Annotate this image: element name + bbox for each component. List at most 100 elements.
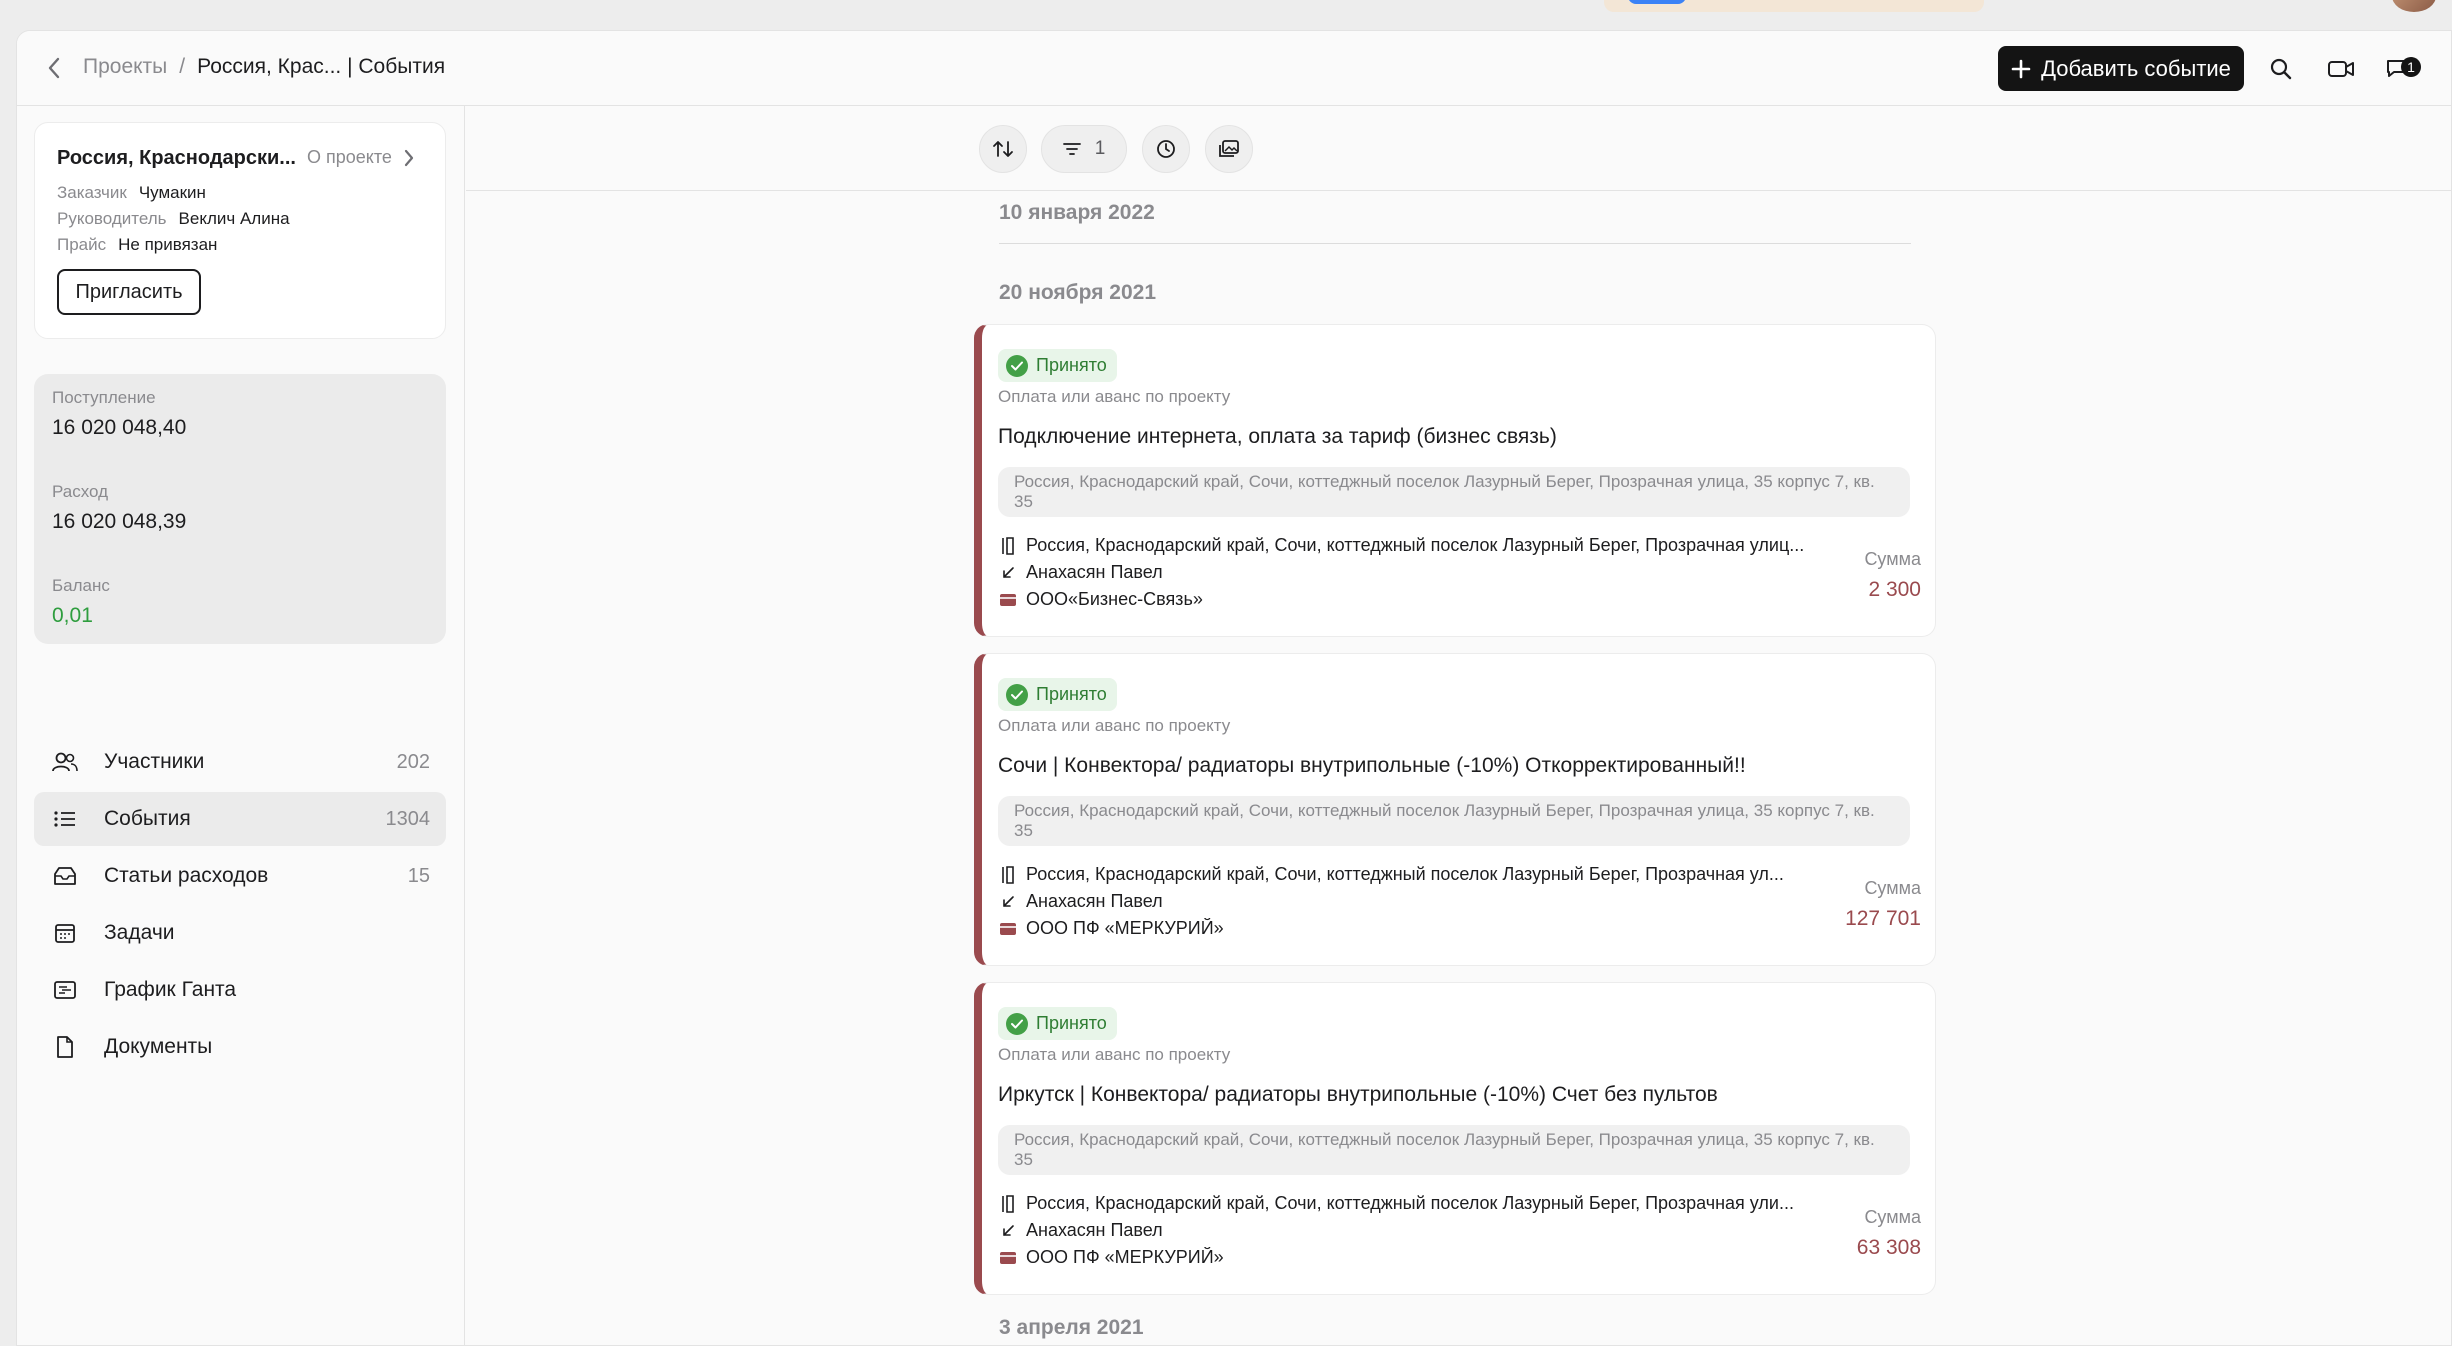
nav-item-expense-items[interactable]: Статьи расходов 15	[34, 849, 446, 903]
price-row: Прайс Не привязан	[57, 235, 217, 255]
add-event-label: Добавить событие	[2041, 55, 2231, 81]
arrow-down-left-icon	[998, 1221, 1018, 1241]
counterparty-text: ООО ПФ «МЕРКУРИЙ»	[1026, 918, 1224, 938]
events-feed[interactable]: 10 января 2022 20 ноября 2021 Принято Оп…	[466, 192, 2451, 1345]
header: Проекты / Россия, Крас... | События Доба…	[17, 31, 2451, 106]
plus-icon	[2011, 59, 2031, 78]
nav-item-count: 15	[407, 864, 430, 887]
chevron-left-icon	[48, 57, 60, 79]
check-circle-icon	[1006, 1012, 1028, 1035]
notification-pill[interactable]	[1604, 0, 1984, 12]
event-address: Россия, Краснодарский край, Сочи, коттед…	[998, 467, 1910, 517]
expense-label: Расход	[52, 482, 109, 501]
project-title: Россия, Краснодарски...	[57, 147, 296, 169]
nav-item-events[interactable]: События 1304	[34, 792, 446, 846]
nav-item-label: Документы	[104, 1035, 213, 1058]
income-value: 16 020 048,40	[52, 416, 187, 439]
video-camera-icon	[2328, 61, 2354, 77]
gantt-icon	[50, 975, 80, 1005]
nav-item-count: 1304	[385, 807, 431, 830]
filter-icon	[1062, 143, 1081, 155]
person-row: Анахасян Павел	[998, 562, 1818, 583]
object-row: Россия, Краснодарский край, Сочи, коттед…	[998, 535, 1818, 556]
object-text: Россия, Краснодарский край, Сочи, коттед…	[1026, 535, 1805, 555]
object-row: Россия, Краснодарский край, Сочи, коттед…	[998, 864, 1818, 885]
status-label: Принято	[1036, 684, 1107, 704]
object-row: Россия, Краснодарский край, Сочи, коттед…	[998, 1193, 1818, 1214]
counterparty-row: ООО ПФ «МЕРКУРИЙ»	[998, 1247, 1818, 1268]
date-header: 20 ноября 2021	[999, 281, 1157, 304]
chat-button[interactable]: 1	[2383, 53, 2421, 85]
event-card[interactable]: Принято Оплата или аванс по проекту Подк…	[974, 324, 1936, 637]
sort-button[interactable]	[979, 125, 1027, 173]
sum-value: 127 701	[1845, 907, 1921, 930]
income-label: Поступление	[52, 388, 156, 407]
object-text: Россия, Краснодарский край, Сочи, коттед…	[1026, 1193, 1794, 1213]
card-icon	[998, 590, 1018, 610]
gallery-button[interactable]	[1205, 125, 1253, 173]
event-address: Россия, Краснодарский край, Сочи, коттед…	[998, 796, 1910, 846]
history-button[interactable]	[1142, 125, 1190, 173]
clock-icon	[1157, 140, 1175, 158]
main-content: 1 10 января 2022 20 ноября 2021 Принято …	[466, 106, 2451, 1345]
nav-item-tasks[interactable]: Задачи	[34, 906, 446, 960]
card-icon	[998, 919, 1018, 939]
event-type: Оплата или аванс по проекту	[998, 716, 1231, 735]
status-badge: Принято	[998, 1007, 1117, 1040]
status-label: Принято	[1036, 355, 1107, 375]
sum-label: Сумма	[1864, 878, 1921, 898]
list-icon	[50, 804, 80, 834]
event-type: Оплата или аванс по проекту	[998, 387, 1231, 406]
invite-button[interactable]: Пригласить	[57, 269, 201, 315]
breadcrumb-projects-link[interactable]: Проекты	[83, 55, 167, 79]
person-row: Анахасян Павел	[998, 1220, 1818, 1241]
search-icon	[2270, 58, 2292, 80]
nav-item-gantt[interactable]: График Ганта	[34, 963, 446, 1017]
customer-row: Заказчик Чумакин	[57, 183, 206, 203]
manager-key: Руководитель	[57, 209, 167, 228]
person-row: Анахасян Павел	[998, 891, 1818, 912]
sum-value: 2 300	[1868, 578, 1921, 601]
users-icon	[50, 747, 80, 777]
status-label: Принято	[1036, 1013, 1107, 1033]
nav-item-participants[interactable]: Участники 202	[34, 735, 446, 789]
feed-toolbar: 1	[466, 106, 2451, 191]
finance-card: Поступление 16 020 048,40 Расход 16 020 …	[34, 374, 446, 644]
person-text: Анахасян Павел	[1026, 1220, 1163, 1240]
counterparty-row: ООО ПФ «МЕРКУРИЙ»	[998, 918, 1818, 939]
event-address: Россия, Краснодарский край, Сочи, коттед…	[998, 1125, 1910, 1175]
app-window: Проекты / Россия, Крас... | События Доба…	[16, 30, 2452, 1346]
date-header: 10 января 2022	[999, 201, 1155, 224]
event-card[interactable]: Принято Оплата или аванс по проекту Сочи…	[974, 653, 1936, 966]
price-key: Прайс	[57, 235, 107, 254]
nav-item-label: Участники	[104, 750, 205, 773]
filter-button[interactable]: 1	[1041, 125, 1127, 173]
avatar[interactable]	[2392, 0, 2436, 12]
search-button[interactable]	[2265, 53, 2297, 85]
chat-badge: 1	[2401, 57, 2421, 77]
person-text: Анахасян Павел	[1026, 891, 1163, 911]
about-project-link[interactable]: О проекте	[307, 147, 414, 168]
project-card: Россия, Краснодарски... О проекте Заказч…	[34, 122, 446, 339]
event-title: Сочи | Конвектора/ радиаторы внутрипольн…	[998, 754, 1746, 777]
back-button[interactable]	[39, 53, 69, 83]
video-call-button[interactable]	[2325, 53, 2357, 85]
date-header: 3 апреля 2021	[999, 1316, 1144, 1339]
breadcrumb-separator: /	[179, 55, 186, 78]
divider	[999, 243, 1911, 244]
event-type: Оплата или аванс по проекту	[998, 1045, 1231, 1064]
nav-item-documents[interactable]: Документы	[34, 1020, 446, 1074]
breadcrumb-current: Россия, Крас... | События	[197, 55, 446, 78]
about-project-label: О проекте	[307, 147, 392, 167]
counterparty-text: ООО«Бизнес-Связь»	[1026, 589, 1203, 609]
counterparty-row: ООО«Бизнес-Связь»	[998, 589, 1818, 610]
check-circle-icon	[1006, 683, 1028, 706]
add-event-button[interactable]: Добавить событие	[1998, 46, 2244, 91]
chevron-right-icon	[404, 149, 414, 166]
manager-row: Руководитель Веклич Алина	[57, 209, 290, 229]
object-text: Россия, Краснодарский край, Сочи, коттед…	[1026, 864, 1784, 884]
check-circle-icon	[1006, 354, 1028, 377]
arrow-down-left-icon	[998, 892, 1018, 912]
event-card[interactable]: Принято Оплата или аванс по проекту Ирку…	[974, 982, 1936, 1295]
nav-item-label: События	[104, 807, 191, 830]
